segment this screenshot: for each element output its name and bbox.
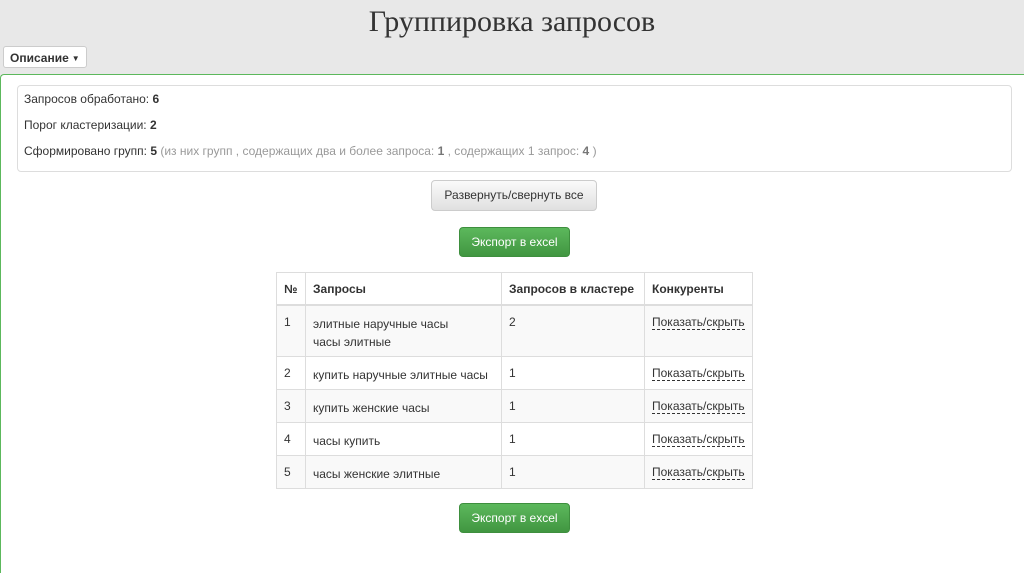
row-queries: купить наручные элитные часы (305, 356, 502, 390)
clusters-table: № Запросы Запросов в кластере Конкуренты… (276, 272, 753, 489)
query-text: элитные наручные часы (313, 317, 449, 331)
header-competitors: Конкуренты (644, 272, 753, 306)
row-competitors: Показать/скрыть (644, 422, 753, 456)
query-text: купить наручные элитные часы (313, 368, 488, 382)
query-text: часы купить (313, 434, 381, 448)
row-queries: часы женские элитные (305, 455, 502, 489)
row-competitors: Показать/скрыть (644, 455, 753, 489)
row-competitors: Показать/скрыть (644, 356, 753, 390)
stat-processed-value: 6 (152, 92, 160, 106)
caret-down-icon: ▼ (71, 53, 80, 63)
row-cluster-count: 1 (501, 455, 645, 489)
row-cluster-count: 2 (501, 304, 645, 357)
stat-groups-value: 5 (150, 144, 158, 158)
groups-multi-value: 1 (437, 144, 445, 158)
row-competitors: Показать/скрыть (644, 389, 753, 423)
row-number: 3 (276, 389, 306, 423)
header-cluster-count: Запросов в кластере (501, 272, 645, 306)
stat-threshold: Порог кластеризации: 2 (24, 118, 157, 132)
stat-processed-label: Запросов обработано: (24, 92, 150, 106)
query-text: купить женские часы (313, 401, 430, 415)
header-queries: Запросы (305, 272, 502, 306)
row-number: 5 (276, 455, 306, 489)
description-button-label: Описание (10, 51, 69, 65)
row-cluster-count: 1 (501, 356, 645, 390)
stat-groups-detail: (из них групп , содержащих два и более з… (160, 144, 596, 158)
table-header-row: № Запросы Запросов в кластере Конкуренты (276, 272, 753, 306)
main-panel: Запросов обработано: 6 Порог кластеризац… (0, 74, 1024, 573)
row-number: 2 (276, 356, 306, 390)
header-number: № (276, 272, 306, 306)
row-number: 1 (276, 304, 306, 357)
stat-threshold-label: Порог кластеризации: (24, 118, 147, 132)
page-title: Группировка запросов (368, 5, 656, 38)
table-row: 5 часы женские элитные 1 Показать/скрыть (276, 455, 753, 489)
row-competitors: Показать/скрыть (644, 304, 753, 357)
query-text: часы элитные (313, 335, 391, 349)
show-hide-competitors-link[interactable]: Показать/скрыть (652, 432, 745, 447)
stat-processed: Запросов обработано: 6 (24, 92, 159, 106)
row-queries: купить женские часы (305, 389, 502, 423)
stat-threshold-value: 2 (149, 118, 157, 132)
table-row: 2 купить наручные элитные часы 1 Показат… (276, 356, 753, 390)
row-number: 4 (276, 422, 306, 456)
query-text: часы женские элитные (313, 467, 441, 481)
row-queries: часы купить (305, 422, 502, 456)
row-cluster-count: 1 (501, 422, 645, 456)
groups-detail-suffix: ) (592, 144, 597, 158)
row-cluster-count: 1 (501, 389, 645, 423)
table-row: 4 часы купить 1 Показать/скрыть (276, 422, 753, 456)
show-hide-competitors-link[interactable]: Показать/скрыть (652, 366, 745, 381)
export-excel-button-top[interactable]: Экспорт в excel (459, 227, 570, 257)
groups-detail-middle: , содержащих 1 запрос: (447, 144, 580, 158)
groups-single-value: 4 (582, 144, 590, 158)
toggle-all-button[interactable]: Развернуть/свернуть все (431, 180, 597, 211)
show-hide-competitors-link[interactable]: Показать/скрыть (652, 465, 745, 480)
stats-panel: Запросов обработано: 6 Порог кластеризац… (17, 85, 1012, 172)
table-row: 1 элитные наручные часы часы элитные 2 П… (276, 304, 753, 357)
stat-groups: Сформировано групп: 5 (из них групп , со… (24, 144, 597, 158)
stat-groups-label: Сформировано групп: (24, 144, 147, 158)
show-hide-competitors-link[interactable]: Показать/скрыть (652, 399, 745, 414)
show-hide-competitors-link[interactable]: Показать/скрыть (652, 315, 745, 330)
table-row: 3 купить женские часы 1 Показать/скрыть (276, 389, 753, 423)
groups-detail-prefix: (из них групп , содержащих два и более з… (160, 144, 435, 158)
export-excel-button-bottom[interactable]: Экспорт в excel (459, 503, 570, 533)
row-queries: элитные наручные часы часы элитные (305, 304, 502, 357)
description-dropdown-button[interactable]: Описание ▼ (3, 46, 87, 68)
